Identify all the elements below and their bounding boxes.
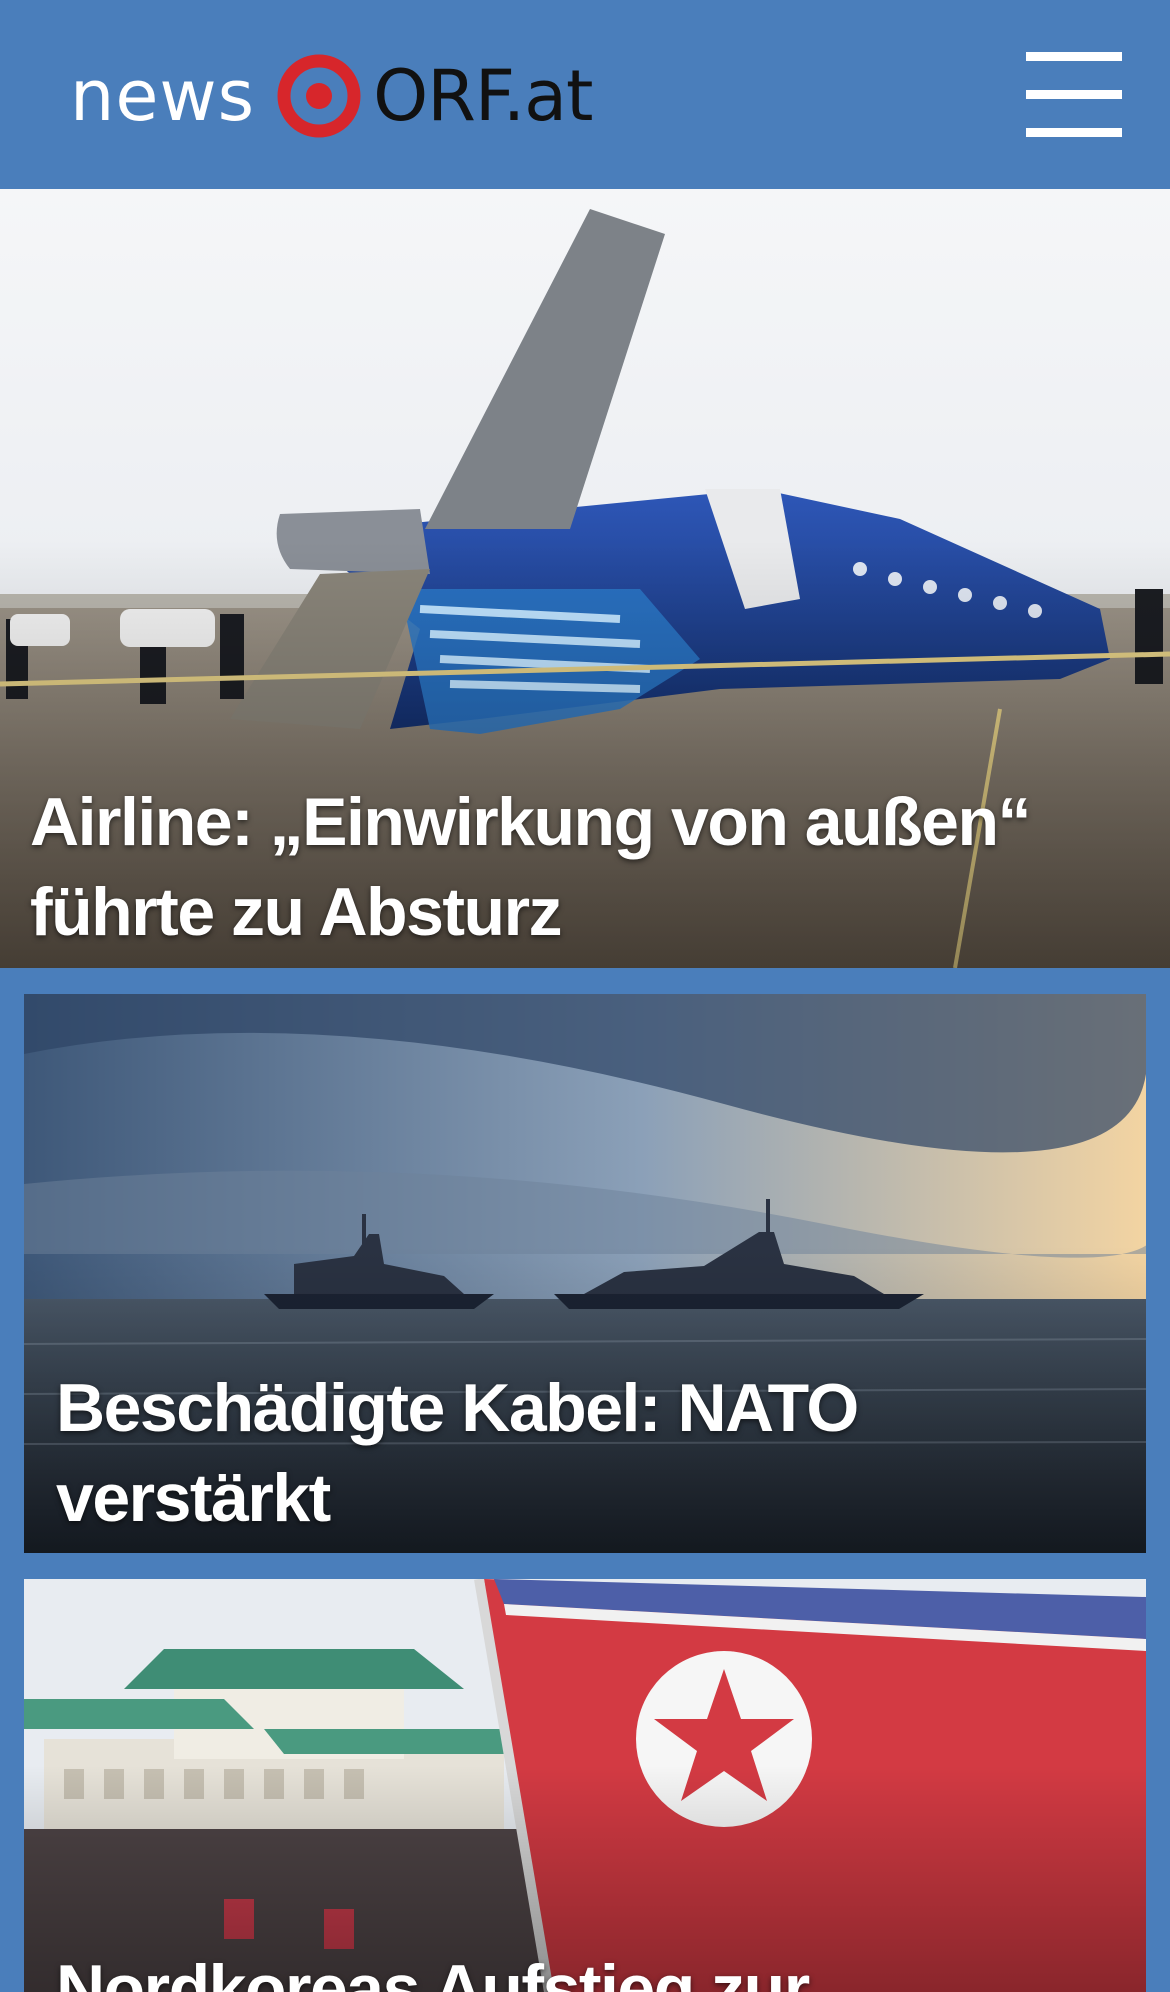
- orf-ring-icon: [277, 54, 361, 138]
- story-headline: Airline: „Einwirkung von außen“ führte z…: [30, 784, 1032, 950]
- logo-news-text: news: [70, 55, 256, 137]
- story-card[interactable]: Beschädigte Kabel: NATO verstärkt Militä…: [24, 994, 1146, 1553]
- logo-orf-text: ORF.at: [373, 55, 593, 137]
- top-bar: news ORF.at: [0, 0, 1170, 189]
- story-headline: Nordkoreas Aufstieg zur: [56, 1951, 810, 1992]
- story-headline: Beschädigte Kabel: NATO verstärkt Militä…: [56, 1370, 859, 1553]
- news-orf-logo[interactable]: news ORF.at: [70, 48, 594, 144]
- story-card[interactable]: Nordkoreas Aufstieg zur: [24, 1579, 1146, 1992]
- hamburger-menu-icon[interactable]: [1026, 52, 1122, 137]
- story-card-lead[interactable]: Airline: „Einwirkung von außen“ führte z…: [0, 189, 1170, 968]
